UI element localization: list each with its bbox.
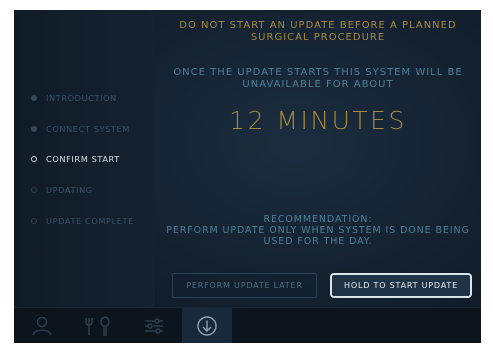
tools-icon [85, 316, 110, 336]
step-connect-system: CONNECT SYSTEM [31, 122, 130, 136]
recommendation-line: PERFORM UPDATE ONLY WHEN SYSTEM IS DONE … [166, 225, 470, 236]
main-panel: DO NOT START AN UPDATE BEFORE A PLANNED … [155, 10, 481, 307]
step-label: CONNECT SYSTEM [46, 124, 130, 134]
step-label: INTRODUCTION [46, 93, 117, 103]
notice-line: UNAVAILABLE FOR ABOUT [242, 79, 394, 90]
step-label: UPDATE COMPLETE [46, 216, 134, 226]
progress-sidebar: INTRODUCTION CONNECT SYSTEM CONFIRM STAR… [14, 10, 155, 307]
user-icon [32, 316, 52, 336]
step-label: UPDATING [46, 185, 93, 195]
step-update-complete: UPDATE COMPLETE [31, 214, 134, 228]
notice-line: ONCE THE UPDATE STARTS THIS SYSTEM WILL … [173, 67, 463, 78]
recommendation: RECOMMENDATION: PERFORM UPDATE ONLY WHEN… [155, 214, 481, 247]
perform-update-later-button[interactable]: PERFORM UPDATE LATER [172, 273, 317, 298]
warning-line: DO NOT START AN UPDATE BEFORE A PLANNED [179, 20, 457, 31]
recommendation-title: RECOMMENDATION: [263, 214, 373, 225]
surgical-warning: DO NOT START AN UPDATE BEFORE A PLANNED … [155, 20, 481, 44]
hold-to-start-update-button[interactable]: HOLD TO START UPDATE [330, 273, 472, 298]
nav-tools[interactable] [70, 308, 126, 343]
nav-user[interactable] [19, 308, 65, 343]
nav-settings[interactable] [131, 308, 177, 343]
step-pending-dot-icon [31, 187, 37, 193]
step-introduction: INTRODUCTION [31, 91, 117, 105]
download-icon [197, 316, 217, 336]
recommendation-line: USED FOR THE DAY. [263, 236, 373, 247]
step-current-dot-icon [31, 156, 37, 162]
unavailability-notice: ONCE THE UPDATE STARTS THIS SYSTEM WILL … [155, 67, 481, 91]
step-updating: UPDATING [31, 183, 93, 197]
nav-software-update[interactable] [182, 308, 232, 343]
warning-line: SURGICAL PROCEDURE [250, 32, 386, 43]
step-done-dot-icon [31, 126, 37, 132]
step-label: CONFIRM START [46, 154, 120, 164]
bottom-nav-bar [14, 307, 481, 343]
step-pending-dot-icon [31, 218, 37, 224]
step-confirm-start: CONFIRM START [31, 152, 120, 166]
sliders-icon [145, 318, 163, 334]
step-done-dot-icon [31, 95, 37, 101]
update-screen: INTRODUCTION CONNECT SYSTEM CONFIRM STAR… [14, 10, 481, 343]
update-duration: 12 MINUTES [229, 106, 407, 135]
